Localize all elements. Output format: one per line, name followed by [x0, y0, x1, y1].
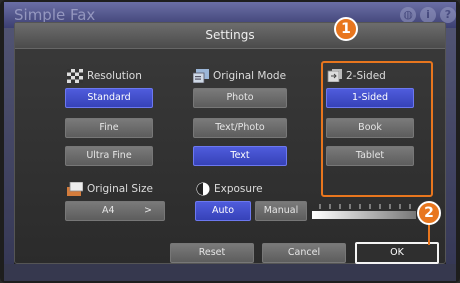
- two-sided-tablet-button[interactable]: Tablet: [326, 146, 414, 166]
- background-panel-left: [4, 28, 14, 264]
- chevron-right-icon: >: [144, 205, 152, 216]
- original-mode-photo-button[interactable]: Photo: [193, 88, 287, 108]
- original-size-value: A4: [102, 205, 115, 216]
- two-sided-book-button[interactable]: Book: [326, 118, 414, 138]
- dialog-title: Settings: [205, 28, 255, 42]
- exposure-icon: [196, 182, 210, 196]
- resolution-ultra-fine-button[interactable]: Ultra Fine: [65, 146, 153, 166]
- dialog-header: Settings: [15, 23, 445, 49]
- background-panel-right: [446, 28, 456, 264]
- original-mode-icon: [193, 69, 209, 83]
- exposure-label: Exposure: [214, 183, 263, 195]
- original-mode-label: Original Mode: [213, 70, 287, 82]
- resolution-label: Resolution: [87, 70, 142, 82]
- two-sided-label: 2-Sided: [346, 70, 386, 82]
- resolution-fine-button[interactable]: Fine: [65, 118, 153, 138]
- exposure-manual-button[interactable]: Manual: [255, 201, 307, 221]
- callout-2-leader-line: [428, 223, 430, 245]
- original-mode-text-photo-button[interactable]: Text/Photo: [193, 118, 287, 138]
- background-panel-bottom: [4, 264, 456, 281]
- callout-1-badge: 1: [334, 17, 358, 41]
- info-icon[interactable]: i: [420, 7, 436, 23]
- screen-frame: Simple Fax ◍ i ? Settings Resolution Sta…: [0, 0, 460, 283]
- resolution-standard-button[interactable]: Standard: [65, 88, 153, 108]
- two-sided-icon: [327, 69, 342, 82]
- resolution-icon: [67, 69, 83, 83]
- two-sided-1-sided-button[interactable]: 1-Sided: [326, 88, 414, 108]
- cancel-button[interactable]: Cancel: [262, 243, 346, 263]
- reset-button[interactable]: Reset: [170, 243, 254, 263]
- settings-dialog: Settings Resolution Standard Fine Ultra …: [14, 17, 446, 264]
- exposure-auto-button[interactable]: Auto: [195, 201, 251, 221]
- callout-2-badge: 2: [417, 201, 441, 225]
- original-size-icon: [67, 182, 83, 196]
- exposure-slider[interactable]: [310, 199, 420, 221]
- help-icon[interactable]: ?: [440, 7, 456, 23]
- ok-button[interactable]: OK: [355, 242, 439, 264]
- original-size-label: Original Size: [87, 183, 153, 195]
- original-size-button[interactable]: A4 >: [65, 201, 165, 221]
- globe-icon[interactable]: ◍: [400, 7, 416, 23]
- original-mode-text-button[interactable]: Text: [193, 146, 287, 166]
